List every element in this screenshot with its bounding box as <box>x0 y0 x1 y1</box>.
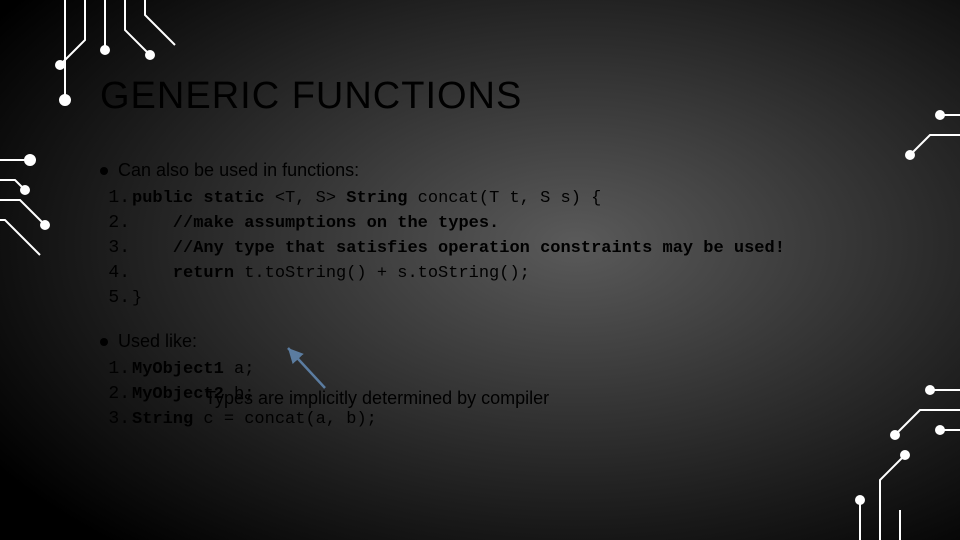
annotation-text: Types are implicitly determined by compi… <box>205 388 549 409</box>
section-2: Used like: 1. MyObject1 a; 2. MyObject2 … <box>100 329 920 432</box>
line-number: 1. <box>100 186 132 210</box>
code-line: 2. //make assumptions on the types. <box>100 211 920 236</box>
code-text: //make assumptions on the types. <box>132 213 499 236</box>
code-text: //Any type that satisfies operation cons… <box>132 238 785 261</box>
bullet-1: Can also be used in functions: <box>100 158 920 183</box>
bullet-dot-icon <box>100 338 108 346</box>
line-number: 2. <box>100 211 132 235</box>
bullet-2: Used like: <box>100 329 920 354</box>
code-line: 4. return t.toString() + s.toString(); <box>100 261 920 286</box>
code-line: 3. String c = concat(a, b); <box>100 407 920 432</box>
code-listing-1: 1. public static <T, S> String concat(T … <box>100 186 920 311</box>
section-1: Can also be used in functions: 1. public… <box>100 158 920 311</box>
line-number: 5. <box>100 286 132 310</box>
code-text: return t.toString() + s.toString(); <box>132 263 530 286</box>
line-number: 1. <box>100 357 132 381</box>
bullet-2-text: Used like: <box>118 329 197 354</box>
code-line: 3. //Any type that satisfies operation c… <box>100 236 920 261</box>
arrow-icon <box>280 343 340 393</box>
slide: GENERIC FUNCTIONS Can also be used in fu… <box>0 0 960 540</box>
line-number: 3. <box>100 236 132 260</box>
line-number: 2. <box>100 382 132 406</box>
code-line: 5. } <box>100 286 920 311</box>
code-text: public static <T, S> String concat(T t, … <box>132 188 601 211</box>
bullet-1-text: Can also be used in functions: <box>118 158 359 183</box>
bullet-dot-icon <box>100 167 108 175</box>
code-text: } <box>132 288 142 311</box>
line-number: 3. <box>100 407 132 431</box>
line-number: 4. <box>100 261 132 285</box>
code-line: 1. public static <T, S> String concat(T … <box>100 186 920 211</box>
code-text: MyObject1 a; <box>132 359 254 382</box>
slide-title: GENERIC FUNCTIONS <box>100 75 920 118</box>
code-text: String c = concat(a, b); <box>132 409 377 432</box>
code-line: 1. MyObject1 a; <box>100 357 920 382</box>
